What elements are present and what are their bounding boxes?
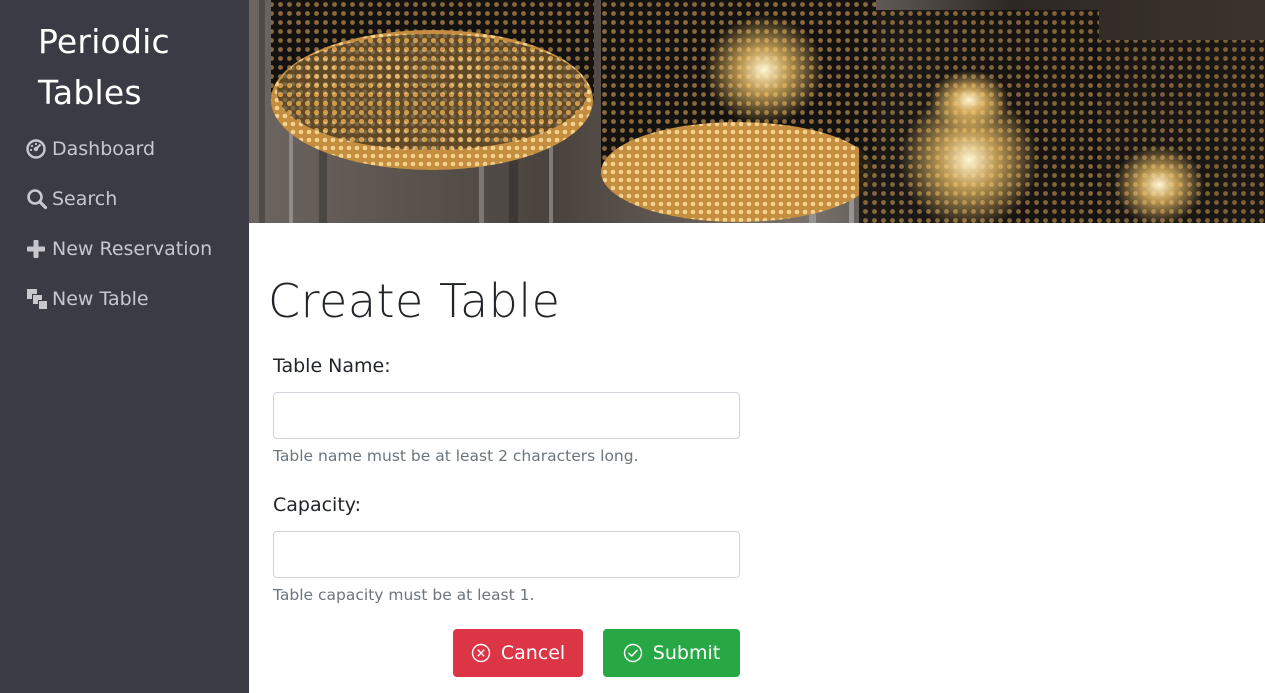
- dashboard-icon: [26, 138, 48, 160]
- sidebar-item-dashboard[interactable]: Dashboard: [0, 124, 249, 174]
- submit-label: Submit: [652, 642, 721, 664]
- table-name-label: Table Name:: [273, 355, 391, 377]
- plus-icon: [26, 238, 48, 260]
- capacity-label: Capacity:: [273, 494, 362, 516]
- sidebar-item-label: Search: [52, 188, 118, 210]
- sidebar-item-search[interactable]: Search: [0, 174, 249, 224]
- submit-button[interactable]: Submit: [603, 629, 740, 677]
- sidebar-nav: Dashboard Search New Reservation New Tab…: [0, 124, 249, 324]
- table-name-input[interactable]: [273, 392, 740, 439]
- layers-icon: [26, 288, 48, 310]
- pendant-lamps-photo: [249, 0, 1265, 223]
- sidebar: Periodic Tables Dashboard Search New Res…: [0, 0, 249, 693]
- cancel-button[interactable]: Cancel: [453, 629, 583, 677]
- cancel-label: Cancel: [500, 642, 566, 664]
- main-content: Create Table Table Name: Table name must…: [249, 223, 1265, 693]
- sidebar-item-new-table[interactable]: New Table: [0, 274, 249, 324]
- sidebar-item-label: New Reservation: [52, 238, 213, 260]
- table-name-help: Table name must be at least 2 characters…: [273, 447, 639, 465]
- banner-image: [249, 0, 1265, 223]
- sidebar-item-new-reservation[interactable]: New Reservation: [0, 224, 249, 274]
- page-title: Create Table: [268, 274, 561, 328]
- x-circle-icon: [471, 643, 491, 663]
- app-root: Periodic Tables Dashboard Search New Res…: [0, 0, 1265, 693]
- sidebar-item-label: Dashboard: [52, 138, 156, 160]
- check-circle-icon: [623, 643, 643, 663]
- capacity-help: Table capacity must be at least 1.: [273, 586, 535, 604]
- sidebar-item-label: New Table: [52, 288, 149, 310]
- search-icon: [26, 188, 48, 210]
- capacity-input[interactable]: [273, 531, 740, 578]
- brand-title[interactable]: Periodic Tables: [38, 16, 238, 118]
